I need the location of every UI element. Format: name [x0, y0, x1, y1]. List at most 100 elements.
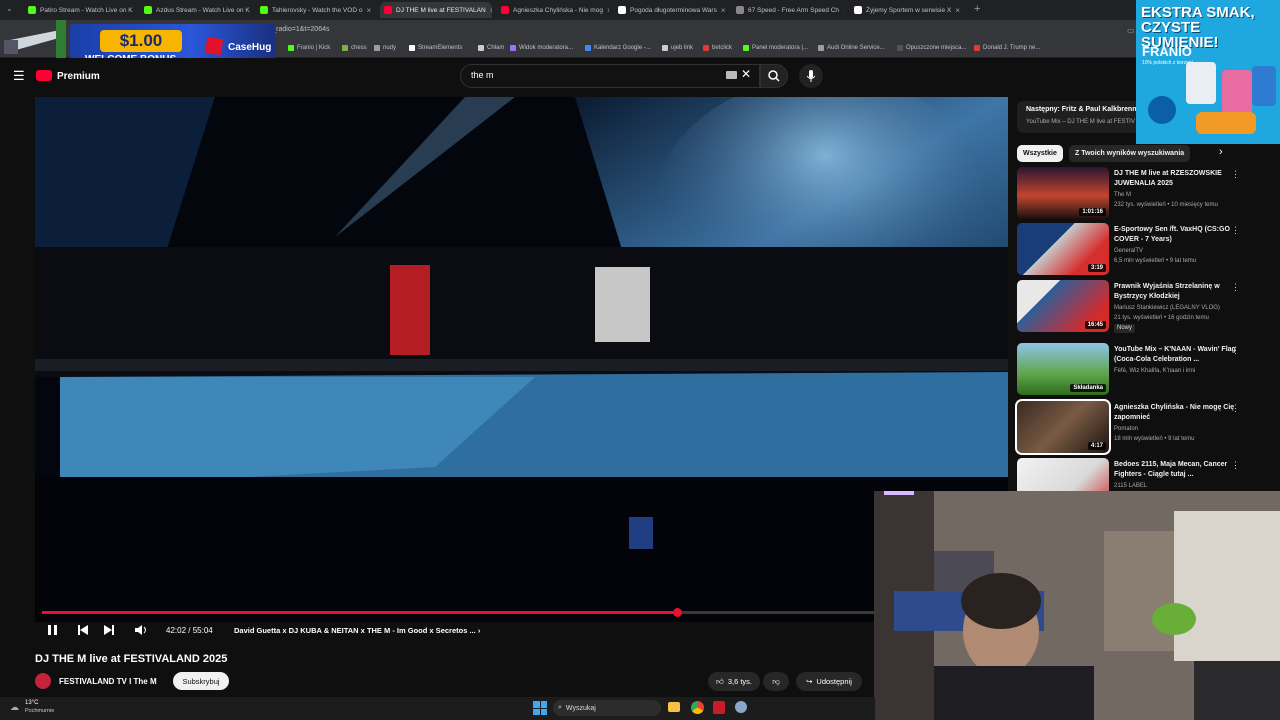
chip-search-results[interactable]: Z Twoich wyników wyszukiwania: [1069, 145, 1191, 162]
recommendation-channel[interactable]: The M: [1114, 191, 1254, 200]
recommendation-item[interactable]: 16:45 Prawnik Wyjaśnia Strzelaninę w Byst…: [1017, 280, 1277, 334]
tab-title: DJ THE M live at FESTIVALAN: [396, 6, 486, 14]
video-thumbnail[interactable]: 4:17: [1015, 399, 1111, 455]
video-thumbnail[interactable]: [1017, 458, 1109, 491]
subscribe-button[interactable]: Subskrybuj: [173, 672, 229, 690]
tab-title: Tahlerovsky - Watch the VOD o: [272, 6, 363, 14]
app-icon[interactable]: [713, 701, 725, 714]
video-player[interactable]: [35, 97, 1008, 622]
recommendation-meta: 232 tys. wyświetleń • 10 miesięcy temu: [1114, 202, 1218, 208]
bookmark-item[interactable]: Widok moderatora...: [510, 45, 573, 51]
recommendation-item[interactable]: Bedoes 2115, Maja Mecan, Cancer Fighters…: [1017, 458, 1277, 491]
chapter-title[interactable]: David Guetta x DJ KUBA & NEITAN x THE M …: [234, 626, 480, 635]
file-explorer-icon[interactable]: [668, 702, 680, 712]
video-thumbnail[interactable]: 16:45: [1017, 280, 1109, 332]
recommendation-channel[interactable]: Fėfė, Wiz Khalifa, K'naan i inni: [1114, 367, 1254, 376]
recommendation-channel[interactable]: Mariusz Stankiewicz (LEGALNY VLOG): [1114, 304, 1254, 313]
webcam-overlay: [874, 491, 1280, 720]
recommendation-title[interactable]: E-Sportowy Sen /ft. VaxHQ (CS:GO COVER -…: [1114, 225, 1240, 245]
weather-icon[interactable]: ☁: [10, 702, 19, 713]
tab-favicon-icon: [854, 6, 862, 14]
chip-all[interactable]: Wszystkie: [1017, 145, 1063, 162]
search-value[interactable]: the m: [471, 70, 494, 80]
pause-button[interactable]: [45, 622, 59, 638]
voice-search-button[interactable]: [799, 64, 823, 88]
next-button[interactable]: [102, 622, 116, 638]
recommendation-channel[interactable]: Pomaton: [1114, 425, 1254, 434]
video-thumbnail[interactable]: Składanka: [1017, 343, 1109, 395]
recommendation-item[interactable]: Składanka YouTube Mix – K'NAAN - Wavin' F…: [1017, 343, 1277, 397]
bookmark-item[interactable]: Donald J. Trump ne...: [974, 45, 1040, 51]
recommendation-title[interactable]: Agnieszka Chylińska - Nie mogę Cię zapom…: [1114, 403, 1240, 423]
close-icon[interactable]: ×: [951, 6, 960, 15]
cast-icon[interactable]: ▭: [1127, 26, 1135, 35]
recommendation-channel[interactable]: GeneralTV: [1114, 247, 1254, 256]
chrome-icon[interactable]: [691, 701, 704, 714]
keyboard-icon[interactable]: [726, 71, 737, 79]
dislike-button[interactable]: 👎︎: [763, 672, 789, 691]
recommendation-title[interactable]: DJ THE M live at RZESZOWSKIE JUWENALIA 2…: [1114, 169, 1240, 189]
weather-desc: Pochmurnie: [25, 708, 55, 714]
new-tab-button[interactable]: +: [974, 3, 980, 15]
close-icon[interactable]: ×: [839, 6, 844, 15]
browser-tab[interactable]: DJ THE M live at FESTIVALAN×: [380, 2, 492, 18]
video-thumbnail[interactable]: 3:19: [1017, 223, 1109, 275]
bookmark-item[interactable]: Kalendarz Google -...: [585, 45, 651, 51]
bookmark-item[interactable]: ujeb link: [662, 45, 693, 51]
taskbar-search[interactable]: ⌕ Wyszukaj: [553, 700, 661, 716]
more-options-icon[interactable]: ⋮: [1231, 169, 1240, 180]
recommendation-item[interactable]: 1:01:16 DJ THE M live at RZESZOWSKIE JUWE…: [1017, 167, 1277, 221]
bookmark-item[interactable]: Panel moderatora |...: [743, 45, 808, 51]
tab-favicon-icon: [618, 6, 626, 14]
chevron-right-icon[interactable]: ›: [1219, 146, 1223, 158]
youtube-logo-icon[interactable]: [36, 70, 52, 81]
bookmark-item[interactable]: StreamElements: [409, 45, 462, 51]
url-text[interactable]: rt_radio=1&t=2064s: [268, 26, 330, 33]
recommendation-title[interactable]: Prawnik Wyjaśnia Strzelaninę w Bystrzycy…: [1114, 282, 1240, 302]
close-icon[interactable]: ×: [603, 6, 609, 15]
previous-button[interactable]: [76, 622, 90, 638]
more-options-icon[interactable]: ⋮: [1231, 225, 1240, 236]
bookmark-item[interactable]: Audi Online Service...: [818, 45, 885, 51]
recommendation-title[interactable]: YouTube Mix – K'NAAN - Wavin' Flag (Coca…: [1114, 345, 1240, 365]
bookmark-item[interactable]: chess: [342, 45, 367, 51]
ad-amount: $1.00: [100, 30, 182, 52]
share-button[interactable]: ↪ Udostępnij: [796, 672, 862, 691]
close-icon[interactable]: ×: [717, 6, 726, 15]
browser-tab[interactable]: 67 Speed - Free Arm Speed Ch×: [732, 2, 844, 18]
browser-tab[interactable]: Żyjemy Sportem w serwisie X ×: [850, 2, 962, 18]
ad-brand: CaseHug: [228, 42, 272, 53]
settings-icon[interactable]: [735, 701, 747, 713]
recommendation-title[interactable]: Bedoes 2115, Maja Mecan, Cancer Fighters…: [1114, 460, 1240, 480]
more-options-icon[interactable]: ⋮: [1231, 460, 1240, 471]
search-input[interactable]: [460, 64, 760, 88]
duration-badge: Składanka: [1070, 384, 1106, 392]
close-icon[interactable]: ×: [362, 6, 371, 15]
browser-tab[interactable]: Agnieszka Chylińska - Nie mog×: [497, 2, 609, 18]
browser-tab[interactable]: Pogoda długoterminowa Wars ×: [614, 2, 726, 18]
windows-start-icon[interactable]: [533, 701, 547, 715]
recommendation-item[interactable]: 4:17 Agnieszka Chylińska - Nie mogę Cię z…: [1015, 399, 1277, 455]
bookmark-item[interactable]: Franio | Kick: [288, 45, 330, 51]
more-options-icon[interactable]: ⋮: [1231, 282, 1240, 293]
volume-button[interactable]: [134, 622, 148, 638]
recommendation-item[interactable]: 3:19 E-Sportowy Sen /ft. VaxHQ (CS:GO COV…: [1017, 223, 1277, 277]
video-thumbnail[interactable]: 1:01:16: [1017, 167, 1109, 219]
channel-avatar[interactable]: [35, 673, 51, 689]
time-display: 42:02 / 55:04: [166, 626, 213, 635]
clear-search-icon[interactable]: ✕: [741, 67, 751, 81]
channel-name[interactable]: FESTIVALAND TV I The M: [59, 677, 157, 686]
more-options-icon[interactable]: ⋮: [1231, 403, 1240, 414]
progress-fill: [42, 611, 678, 614]
like-button[interactable]: 👍︎ 3,6 tys.: [708, 672, 760, 691]
more-options-icon[interactable]: ⋮: [1231, 345, 1240, 356]
search-button[interactable]: [760, 64, 788, 88]
bookmark-item[interactable]: betclick: [703, 45, 732, 51]
menu-icon[interactable]: ☰: [13, 68, 25, 84]
bookmark-item[interactable]: Opuszczone miejsca...: [897, 45, 966, 51]
skip-next-icon: [104, 625, 114, 635]
bookmark-item[interactable]: nudy: [374, 45, 396, 51]
recommendation-channel[interactable]: 2115 LABEL: [1114, 482, 1254, 491]
bookmark-item[interactable]: Chłam: [478, 45, 504, 51]
close-icon[interactable]: ×: [486, 6, 492, 15]
